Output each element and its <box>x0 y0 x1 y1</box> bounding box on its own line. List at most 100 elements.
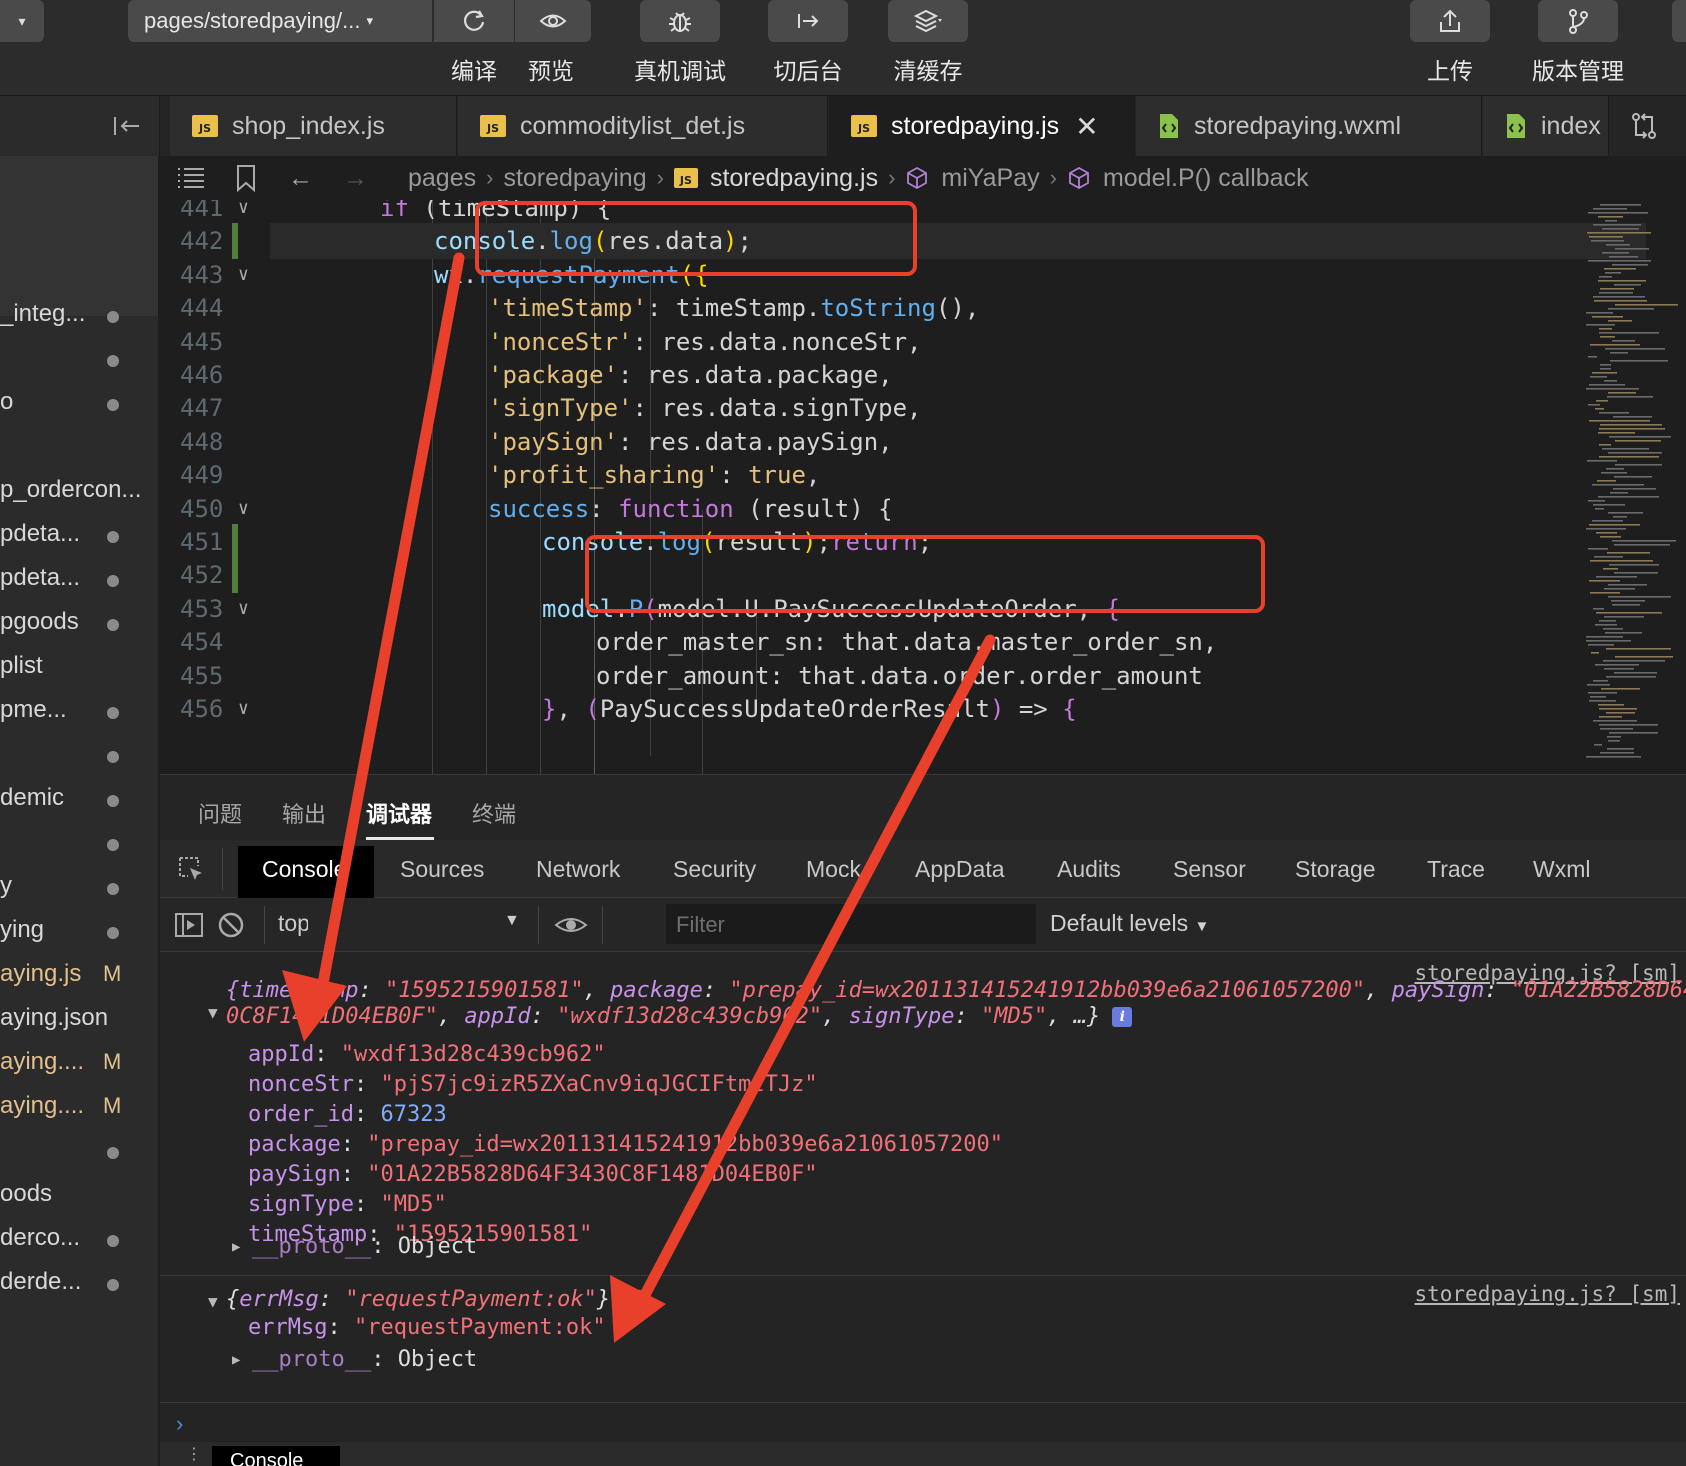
fold-chevron-icon[interactable]: ∨ <box>238 591 249 627</box>
file-tree-item[interactable]: p_ordercon... <box>0 470 158 514</box>
file-tree-item[interactable] <box>0 822 158 866</box>
file-tree-item[interactable] <box>0 1130 158 1174</box>
file-tree-item[interactable]: oods <box>0 1174 158 1218</box>
devtab-sources[interactable]: Sources <box>400 856 484 883</box>
code-line[interactable]: 443 ∨ wx.requestPayment({ <box>160 257 1600 293</box>
tab-output[interactable]: 输出 <box>282 797 326 829</box>
switch-background-button[interactable] <box>768 0 848 42</box>
code-line[interactable]: 448 'paySign': res.data.paySign, <box>160 424 1600 460</box>
object-summary-line[interactable]: {timeStamp: "1595215901581", package: "p… <box>226 977 1686 1005</box>
expand-triangle-icon[interactable]: ▶ <box>232 1346 240 1374</box>
file-tree-item[interactable]: aying.... M <box>0 1086 158 1130</box>
file-tree-item[interactable]: o <box>0 382 158 426</box>
log-levels-select[interactable]: Default levels ▼ <box>1050 910 1209 937</box>
file-tree-item[interactable]: aying.json <box>0 998 158 1042</box>
code-line[interactable]: 442 console.log(res.data); <box>180 223 1646 260</box>
file-tree-item[interactable]: derco... <box>0 1218 158 1262</box>
file-tree-item[interactable]: aying.... M <box>0 1042 158 1086</box>
code-line[interactable]: 454 order_master_sn: that.data.master_ord… <box>160 624 1600 660</box>
file-tree-item[interactable]: pdeta... <box>0 558 158 602</box>
tab-debugger[interactable]: 调试器 <box>366 797 432 829</box>
breadcrumb-item[interactable]: pages <box>408 164 476 193</box>
clear-cache-button[interactable] <box>888 0 968 42</box>
file-tree-item[interactable]: demic <box>0 778 158 822</box>
devtab-security[interactable]: Security <box>673 856 756 883</box>
fold-chevron-icon[interactable]: ∨ <box>238 691 249 727</box>
inspect-element-icon[interactable] <box>176 854 206 884</box>
object-property-row[interactable]: errMsg: "requestPayment:ok" <box>248 1314 606 1342</box>
fold-chevron-icon[interactable]: ∨ <box>238 491 249 527</box>
code-line[interactable]: 446 'package': res.data.package, <box>160 357 1600 393</box>
tab-storedpaying-wxml[interactable]: storedpaying.wxml <box>1136 96 1482 156</box>
collapse-sidebar-icon[interactable] <box>112 114 142 138</box>
file-tree-item[interactable] <box>0 734 158 778</box>
devtab-network[interactable]: Network <box>536 856 620 883</box>
forward-arrow-icon[interactable]: → <box>343 164 368 193</box>
proto-row[interactable]: __proto__: Object <box>252 1346 477 1374</box>
devtab-appdata[interactable]: AppData <box>915 856 1005 883</box>
code-line[interactable]: 455 order_amount: that.data.order.order_a… <box>160 658 1600 694</box>
code-line[interactable]: 451 console.log(result);return; <box>160 524 1600 560</box>
code-line[interactable]: 444 'timeStamp': timeStamp.toString(), <box>160 290 1600 326</box>
tab-index-wxml[interactable]: index <box>1483 96 1609 156</box>
tab-problems[interactable]: 问题 <box>198 797 242 829</box>
drawer-tab-console[interactable]: Console <box>212 1446 340 1466</box>
object-property-row[interactable]: package: "prepay_id=wx201131415241912bb0… <box>248 1131 1003 1159</box>
tab-storedpaying-js[interactable]: JS storedpaying.js ✕ <box>829 96 1135 156</box>
source-link[interactable]: storedpaying.js? [sm] <box>1414 1282 1680 1306</box>
code-minimap[interactable] <box>1576 200 1686 774</box>
file-tree-item[interactable] <box>0 426 158 470</box>
proto-row[interactable]: __proto__: Object <box>252 1233 477 1261</box>
code-line[interactable]: 453 ∨ model.P(model.U.PaySuccessUpdateOrde… <box>160 591 1600 627</box>
devtab-wxml[interactable]: Wxml <box>1533 856 1590 883</box>
code-line[interactable]: 445 'nonceStr': res.data.nonceStr, <box>160 324 1600 360</box>
devtab-sensor[interactable]: Sensor <box>1173 856 1246 883</box>
file-tree-item[interactable]: derde... <box>0 1262 158 1306</box>
breadcrumb-item[interactable]: miYaPay <box>941 164 1039 193</box>
file-tree-item[interactable] <box>0 338 158 382</box>
fold-chevron-icon[interactable]: ∨ <box>238 200 249 226</box>
remote-debug-button[interactable] <box>640 0 720 42</box>
compile-button[interactable] <box>434 0 514 42</box>
upload-button[interactable] <box>1410 0 1490 42</box>
code-line[interactable]: 450 ∨ success: function (result) { <box>160 491 1600 527</box>
file-tree-item[interactable]: aying.js M <box>0 954 158 998</box>
file-tree-item[interactable]: pgoods <box>0 602 158 646</box>
devtab-trace[interactable]: Trace <box>1427 856 1485 883</box>
file-tree-item[interactable]: plist <box>0 646 158 690</box>
expand-triangle-icon[interactable]: ▼ <box>208 999 218 1027</box>
file-tree-item[interactable]: _integ... <box>0 294 158 338</box>
devtab-audits[interactable]: Audits <box>1057 856 1121 883</box>
page-path-select[interactable]: pages/storedpaying/... ▾ <box>128 0 432 42</box>
tab-shop-index-js[interactable]: JS shop_index.js <box>170 96 457 156</box>
object-property-row[interactable]: order_id: 67323 <box>248 1101 447 1129</box>
object-property-row[interactable]: nonceStr: "pjS7jc9izR5ZXaCnv9iqJGCIFtmzT… <box>248 1071 818 1099</box>
bookmark-icon[interactable] <box>234 164 258 192</box>
clear-console-icon[interactable] <box>216 910 246 940</box>
file-tree-item[interactable]: y <box>0 866 158 910</box>
file-tree-item[interactable]: pme... <box>0 690 158 734</box>
breadcrumb-item[interactable]: model.P() callback <box>1103 164 1309 193</box>
file-tree-item[interactable]: pdeta... <box>0 514 158 558</box>
devtab-storage[interactable]: Storage <box>1295 856 1376 883</box>
expand-triangle-icon[interactable]: ▶ <box>232 1233 240 1261</box>
outline-list-icon[interactable] <box>176 166 206 190</box>
drawer-menu-icon[interactable]: ⋮ <box>186 1444 202 1464</box>
more-toolbar-button[interactable] <box>1672 0 1686 42</box>
context-dropdown-icon[interactable]: ▼ <box>504 912 520 930</box>
console-filter-input[interactable]: Filter <box>666 904 1036 944</box>
code-line[interactable]: 452 <box>160 557 1600 594</box>
collapse-toggle-button[interactable]: ▾ <box>0 0 44 42</box>
back-arrow-icon[interactable]: ← <box>288 164 313 193</box>
console-prompt[interactable]: › <box>160 1402 1686 1442</box>
close-icon[interactable]: ✕ <box>1075 110 1098 143</box>
context-select[interactable]: top <box>278 910 308 937</box>
code-line[interactable]: 447 'signType': res.data.signType, <box>160 390 1600 426</box>
expand-triangle-icon[interactable]: ▼ <box>208 1288 218 1316</box>
fold-chevron-icon[interactable]: ∨ <box>238 257 249 293</box>
code-line[interactable]: 441 ∨ if (timeStamp) { <box>160 200 1600 226</box>
devtab-console[interactable]: Console <box>238 846 374 898</box>
object-property-row[interactable]: appId: "wxdf13d28c439cb962" <box>248 1041 606 1069</box>
object-summary-line[interactable]: 0C8F1481D04EB0F", appId: "wxdf13d28c439c… <box>226 1003 1133 1031</box>
show-sidebar-icon[interactable] <box>174 910 204 940</box>
